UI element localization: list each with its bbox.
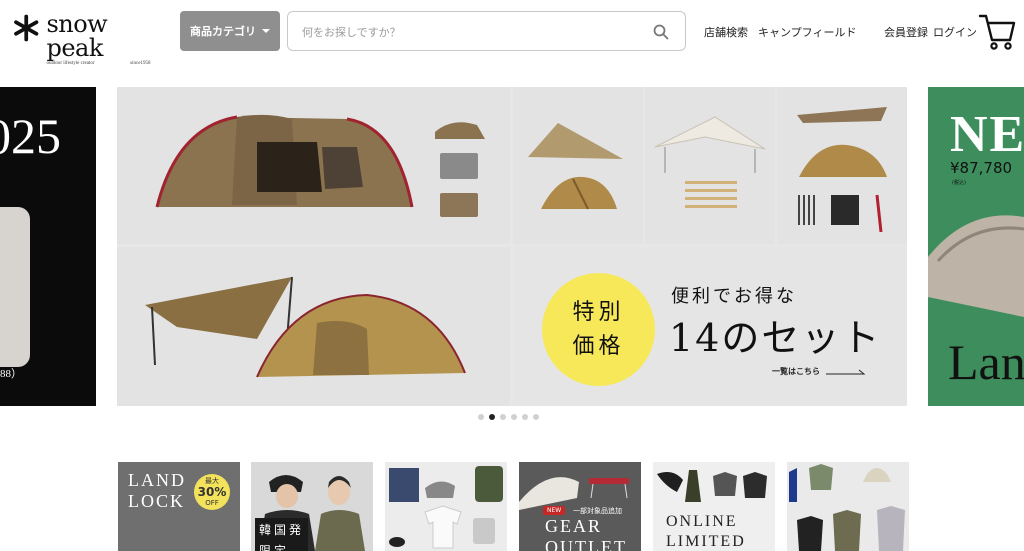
tarp-set-image — [645, 87, 775, 244]
new-tag: NEW — [543, 506, 566, 515]
apparel-gear-card[interactable] — [385, 462, 507, 551]
gear-collage-image — [389, 466, 503, 549]
discount-badge-percent: 30% — [197, 484, 227, 499]
carousel-dot[interactable] — [533, 414, 539, 420]
badge-line-1: 特別 — [572, 299, 625, 325]
special-price-badge: 特別 価格 — [542, 273, 655, 386]
card-title: 韓国発 限定 — [255, 518, 309, 551]
card-title: LAND LOCK — [128, 470, 186, 511]
carousel-slide-current[interactable]: 特別 価格 便利でお得な 14のセット 一覧はこちら — [117, 87, 907, 406]
landlock-sale-card[interactable]: LAND LOCK 最大 30% OFF — [118, 462, 240, 551]
large-tent-image — [117, 87, 510, 244]
view-list-link[interactable]: 一覧はこちら — [772, 366, 866, 377]
card-title: GEAR OUTLET — [545, 516, 627, 551]
shelter-set-image — [777, 87, 907, 244]
carousel-dot[interactable] — [522, 414, 528, 420]
login-link[interactable]: ログイン — [933, 24, 977, 40]
apparel-collage-image — [789, 464, 905, 551]
carousel-pagination — [478, 414, 539, 420]
product-category-button[interactable]: 商品カテゴリ — [180, 11, 280, 51]
carousel-dot[interactable] — [500, 414, 506, 420]
landlock-tent-image — [928, 215, 1024, 317]
snow-peak-logo[interactable]: snow peak outdoor lifestyle creator sinc… — [12, 12, 157, 66]
logo-wordmark: snow peak — [46, 10, 108, 62]
cart-icon[interactable] — [978, 12, 1016, 52]
apparel-collection-card[interactable] — [787, 462, 909, 551]
promo-subtitle: 便利でお得な — [671, 286, 797, 307]
carousel-slide-next[interactable]: NE ¥87,780 (税込) Lan — [928, 87, 1024, 406]
gear-outlet-card[interactable]: NEW 一部対象品追加 GEAR OUTLET — [519, 462, 641, 551]
dome-tarp-image — [117, 247, 510, 406]
online-limited-card[interactable]: ONLINE LIMITED — [653, 462, 775, 551]
badge-line-2: 価格 — [572, 333, 625, 359]
arrow-right-icon — [826, 369, 866, 374]
store-search-link[interactable]: 店舗検索 — [704, 24, 748, 40]
promo-title: 14のセット — [669, 316, 882, 360]
register-link[interactable]: 会員登録 — [884, 24, 928, 40]
discount-badge-bottom: OFF — [205, 498, 219, 507]
prev-slide-headline: 025 — [0, 108, 61, 164]
carousel-dot[interactable] — [489, 414, 495, 420]
next-slide-price: ¥87,780 — [950, 159, 1013, 177]
logo-since: since1958 — [130, 61, 151, 66]
site-header: snow peak outdoor lifestyle creator sinc… — [0, 0, 1024, 66]
carousel-dot[interactable] — [478, 414, 484, 420]
next-slide-product: Lan — [948, 334, 1024, 390]
view-list-label: 一覧はこちら — [772, 367, 820, 376]
search-box — [287, 11, 686, 51]
hero-carousel: 025 88） — [0, 87, 1024, 407]
card-title: ONLINE LIMITED — [666, 513, 746, 550]
search-icon[interactable] — [653, 24, 669, 40]
carousel-slide-prev[interactable]: 025 88） — [0, 87, 96, 406]
carousel-dot[interactable] — [511, 414, 517, 420]
product-category-label: 商品カテゴリ — [190, 25, 256, 38]
discount-badge: 最大 30% OFF — [194, 474, 230, 510]
snowflake-logo-icon — [14, 14, 39, 42]
search-input[interactable] — [302, 22, 642, 42]
korea-limited-card[interactable]: 韓国発 限定 — [251, 462, 373, 551]
logo-tagline: outdoor lifestyle creator — [46, 61, 95, 66]
next-slide-tax: (税込) — [952, 180, 966, 186]
camp-field-link[interactable]: キャンプフィールド — [758, 24, 856, 40]
next-slide-headline: NE — [950, 106, 1024, 163]
prev-slide-code: 88） — [0, 368, 22, 380]
tent-set-image — [513, 87, 643, 244]
caret-down-icon — [262, 29, 270, 33]
new-tag-note: 一部対象品追加 — [573, 507, 622, 515]
sleeping-bag-image — [0, 207, 30, 367]
